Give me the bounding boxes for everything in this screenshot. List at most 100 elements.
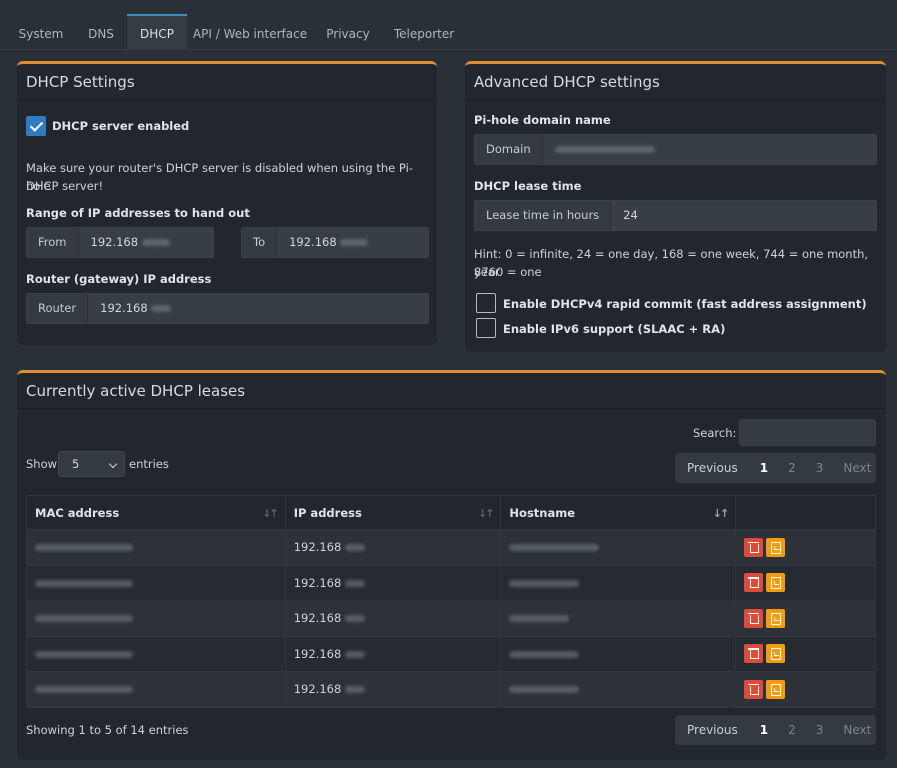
dhcp-settings-header: DHCP Settings [17,64,437,100]
range-to-group: To 192.168 [241,227,429,258]
mac-cell [26,635,286,672]
router-input[interactable]: 192.168 [88,294,428,323]
hint-line1: Hint: 0 = infinite, 24 = one day, 168 = … [474,247,869,279]
range-from-group: From 192.168 [26,227,214,258]
advanced-dhcp-box: Advanced DHCP settings Pi-hole domain na… [465,61,886,352]
pagination-page-3[interactable]: 3 [806,453,834,483]
actions-cell [735,671,876,708]
domain-input[interactable] [542,135,876,164]
range-to-input[interactable]: 192.168 [277,228,428,257]
domain-label: Pi-hole domain name [474,113,611,127]
table-row: 192.168 [26,600,876,637]
tab-api-web-interface[interactable]: API / Web interface [190,14,310,50]
copy-static-button[interactable] [766,573,786,593]
settings-tabs: System DNS DHCP API / Web interface Priv… [0,0,897,50]
leases-header: Currently active DHCP leases [17,373,886,409]
hostname-cell [500,529,737,566]
tab-dns[interactable]: DNS [76,14,126,50]
copy-static-button[interactable] [766,679,786,699]
entries-select[interactable]: 5 [58,451,125,477]
pagination-page-3[interactable]: 3 [806,715,834,745]
tabs-divider [0,49,897,50]
router-label: Router (gateway) IP address [26,272,212,286]
leases-box: Currently active DHCP leases Search: Sho… [17,370,886,760]
domain-addon: Domain [475,135,543,164]
actions-cell [735,600,876,637]
mac-cell [26,600,286,637]
rapid-commit-checkbox[interactable] [476,293,496,313]
table-row: 192.168 [26,671,876,708]
copy-static-button[interactable] [766,644,786,664]
range-from-addon: From [27,228,79,257]
pagination-page-2[interactable]: 2 [778,453,806,483]
delete-lease-button[interactable] [744,644,764,664]
hostname-cell [500,564,737,601]
pagination-bottom: Previous 1 2 3 Next [675,715,876,745]
hostname-cell [500,671,737,708]
delete-lease-button[interactable] [744,679,764,699]
delete-lease-button[interactable] [744,608,764,628]
ip-cell: 192.168 [284,635,502,672]
col-ip-address[interactable]: IP address ↓↑ [284,495,502,530]
dhcp-settings-box: DHCP Settings DHCP server enabled Make s… [17,61,437,345]
dhcp-enabled-checkbox[interactable] [26,116,46,136]
leases-title: Currently active DHCP leases [26,382,246,400]
col-hostname[interactable]: Hostname ↓↑ [500,495,737,530]
tab-system[interactable]: System [9,14,73,50]
ip-cell: 192.168 [284,600,502,637]
sort-asc-icon: ↓↑ [712,507,730,520]
dhcp-warning-line2: DHCP server! [26,179,104,193]
pagination-page-2[interactable]: 2 [778,715,806,745]
dhcp-settings-title: DHCP Settings [26,73,135,91]
entries-label: entries [129,457,169,471]
ipv6-label: Enable IPv6 support (SLAAC + RA) [503,322,726,336]
hostname-cell [500,635,737,672]
pagination-next[interactable]: Next [833,453,881,483]
table-row: 192.168 [26,529,876,566]
table-info: Showing 1 to 5 of 14 entries [26,723,189,737]
rapid-commit-label: Enable DHCPv4 rapid commit (fast address… [503,297,867,311]
copy-static-button[interactable] [766,537,786,557]
ipv6-checkbox[interactable] [476,318,496,338]
range-label: Range of IP addresses to hand out [26,206,250,220]
col-mac-address[interactable]: MAC address ↓↑ [26,495,286,530]
advanced-dhcp-header: Advanced DHCP settings [465,64,886,100]
range-from-input[interactable]: 192.168 [78,228,213,257]
advanced-dhcp-title: Advanced DHCP settings [474,73,660,91]
pagination-previous[interactable]: Previous [675,453,750,483]
show-label: Show [26,457,58,471]
router-group: Router 192.168 [26,293,429,324]
actions-cell [735,529,876,566]
lease-time-input[interactable]: 24 [611,201,876,230]
pagination-page-1[interactable]: 1 [750,715,778,745]
col-actions [735,495,876,530]
lease-time-label: DHCP lease time [474,179,582,193]
table-row: 192.168 [26,635,876,672]
leases-table: MAC address ↓↑ IP address ↓↑ Hostname ↓↑ 19… [26,495,876,708]
search-label: Search: [693,426,737,440]
actions-cell [735,564,876,601]
copy-static-button[interactable] [766,608,786,628]
lease-time-addon: Lease time in hours [475,201,612,230]
mac-cell [26,529,286,566]
pagination-next[interactable]: Next [833,715,881,745]
pagination-previous[interactable]: Previous [675,715,750,745]
ip-cell: 192.168 [284,529,502,566]
hint-line2: year [474,265,500,279]
mac-cell [26,671,286,708]
delete-lease-button[interactable] [744,573,764,593]
search-input[interactable] [739,419,876,446]
tab-teleporter[interactable]: Teleporter [386,14,462,50]
ip-cell: 192.168 [284,564,502,601]
sort-icon: ↓↑ [262,507,279,520]
pagination-page-1[interactable]: 1 [750,453,778,483]
sort-icon: ↓↑ [477,507,495,520]
tab-privacy[interactable]: Privacy [316,14,380,50]
table-row: 192.168 [26,564,876,601]
delete-lease-button[interactable] [744,537,764,557]
lease-time-group: Lease time in hours 24 [474,200,877,231]
domain-group: Domain [474,134,877,165]
mac-cell [26,564,286,601]
hostname-cell [500,600,737,637]
tab-dhcp[interactable]: DHCP [127,14,187,50]
